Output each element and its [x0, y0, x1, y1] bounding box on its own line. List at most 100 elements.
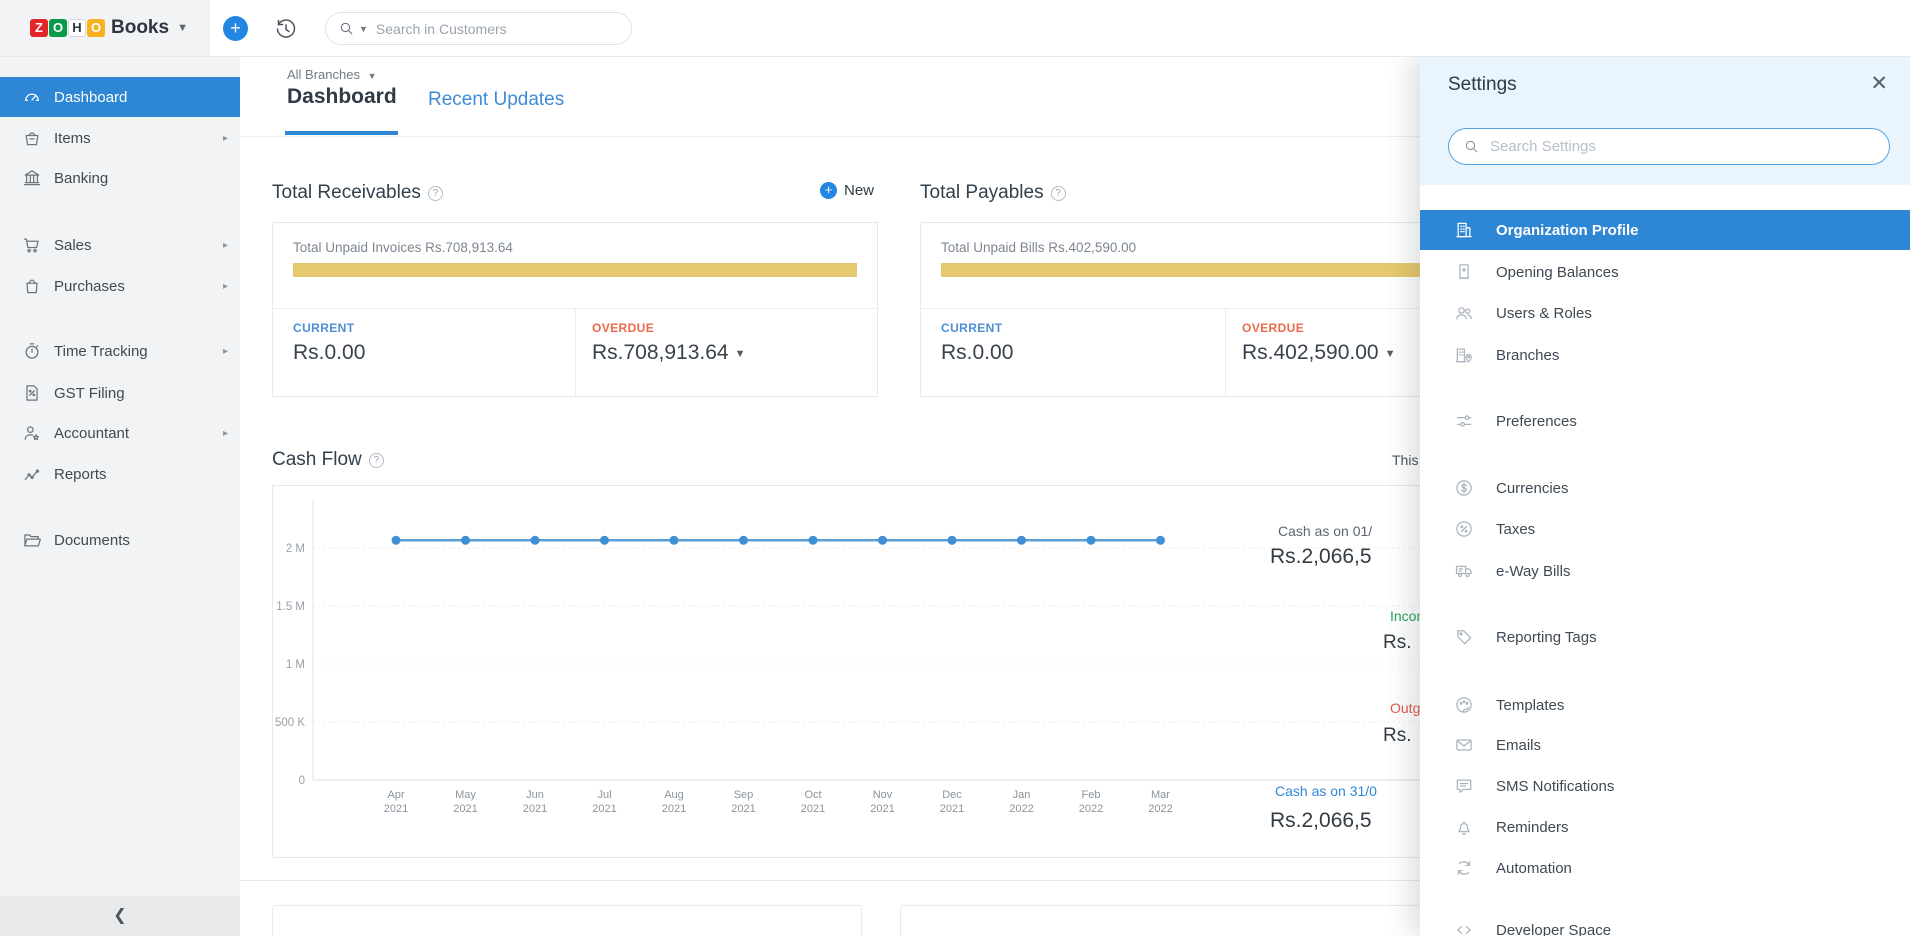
zoho-books-app: Z O H O Books ▼ + ▼ Zylker ▼: [0, 0, 1910, 936]
settings-item-taxes[interactable]: Taxes: [1420, 509, 1910, 549]
cash-start-label: Cash as on 01/: [1278, 523, 1372, 539]
current-amount: Rs.0.00: [293, 341, 365, 365]
settings-item-label: Automation: [1496, 860, 1572, 877]
envelope-icon: [1454, 735, 1474, 755]
settings-item-automation[interactable]: Automation: [1420, 848, 1910, 888]
overdue-amount[interactable]: Rs.402,590.00▼: [1242, 341, 1396, 365]
app-logo[interactable]: Z O H O Books ▼: [0, 0, 210, 56]
dashboard-gauge-icon: [22, 87, 42, 107]
receivables-section-title: Total Receivables?: [272, 182, 443, 204]
svg-text:2021: 2021: [731, 803, 755, 815]
settings-item-organization-profile[interactable]: Organization Profile: [1420, 210, 1910, 250]
current-amount: Rs.0.00: [941, 341, 1013, 365]
svg-text:2021: 2021: [940, 803, 964, 815]
svg-text:Mar: Mar: [1151, 789, 1170, 801]
sidebar-item-documents[interactable]: Documents: [0, 520, 240, 560]
settings-item-templates[interactable]: Templates: [1420, 685, 1910, 725]
svg-text:Jul: Jul: [597, 789, 611, 801]
settings-item-reminders[interactable]: Reminders: [1420, 807, 1910, 847]
cash-end-link[interactable]: Cash as on 31/0: [1275, 783, 1377, 799]
sidebar-item-gst-filing[interactable]: GST Filing: [0, 373, 240, 413]
branches-icon: [1454, 345, 1474, 365]
branch-selector[interactable]: All Branches ▼: [287, 67, 377, 82]
settings-item-users-roles[interactable]: Users & Roles: [1420, 293, 1910, 333]
help-icon[interactable]: ?: [1051, 186, 1066, 201]
settings-item-currencies[interactable]: Currencies: [1420, 468, 1910, 508]
search-icon: [338, 20, 355, 37]
expand-chevron-icon: ▸: [223, 346, 228, 357]
plus-icon: +: [820, 182, 837, 199]
settings-item-label: Emails: [1496, 737, 1541, 754]
chevron-down-icon[interactable]: ▼: [177, 22, 188, 34]
settings-item-label: SMS Notifications: [1496, 778, 1614, 795]
svg-text:Aug: Aug: [664, 789, 684, 801]
dropdown-caret-icon: ▼: [735, 348, 746, 360]
settings-item-developer-space[interactable]: Developer Space: [1420, 910, 1910, 936]
templates-palette-icon: [1454, 695, 1474, 715]
cashflow-line-chart: 0500 K1 M1.5 M2 MApr2021May2021Jun2021Ju…: [273, 486, 1529, 857]
help-icon[interactable]: ?: [428, 186, 443, 201]
global-search-input[interactable]: [376, 21, 619, 37]
svg-text:May: May: [455, 789, 476, 801]
new-invoice-button[interactable]: + New: [820, 182, 874, 199]
outgoing-value: Rs.: [1383, 725, 1412, 747]
settings-item-opening-balances[interactable]: Opening Balances: [1420, 252, 1910, 292]
overdue-amount[interactable]: Rs.708,913.64▼: [592, 341, 746, 365]
settings-item-label: Reporting Tags: [1496, 629, 1597, 646]
search-scope-dropdown-icon[interactable]: ▼: [359, 24, 368, 34]
svg-text:2021: 2021: [592, 803, 616, 815]
sidebar-item-label: Purchases: [54, 278, 125, 295]
sidebar-item-accountant[interactable]: Accountant ▸: [0, 413, 240, 453]
sidebar-item-time-tracking[interactable]: Time Tracking ▸: [0, 331, 240, 371]
tab-recent-updates[interactable]: Recent Updates: [428, 89, 564, 111]
users-icon: [1454, 303, 1474, 323]
sidebar-item-label: Sales: [54, 237, 92, 254]
settings-item-label: Preferences: [1496, 413, 1577, 430]
sidebar-item-purchases[interactable]: Purchases ▸: [0, 266, 240, 306]
sidebar-item-label: Accountant: [54, 425, 129, 442]
settings-item-label: Templates: [1496, 697, 1564, 714]
expand-chevron-icon: ▸: [223, 428, 228, 439]
sidebar-collapse-button[interactable]: ❮: [0, 896, 240, 936]
settings-item-preferences[interactable]: Preferences: [1420, 401, 1910, 441]
unpaid-bills-summary: Total Unpaid Bills Rs.402,590.00: [941, 240, 1136, 255]
settings-search[interactable]: [1448, 128, 1890, 165]
settings-search-input[interactable]: [1490, 138, 1875, 155]
settings-item-label: Organization Profile: [1496, 222, 1639, 239]
close-icon[interactable]: ✕: [1870, 71, 1888, 96]
settings-item-emails[interactable]: Emails: [1420, 725, 1910, 765]
sidebar-item-reports[interactable]: Reports: [0, 454, 240, 494]
svg-text:Jan: Jan: [1013, 789, 1031, 801]
settings-item-branches[interactable]: Branches: [1420, 335, 1910, 375]
expand-chevron-icon: ▸: [223, 133, 228, 144]
settings-panel: Settings ✕ Organization Profile Opening …: [1420, 57, 1910, 936]
help-icon[interactable]: ?: [369, 453, 384, 468]
code-icon: [1454, 920, 1474, 936]
settings-title: Settings: [1448, 74, 1517, 96]
cashflow-period-dropdown[interactable]: This: [1392, 452, 1418, 468]
sidebar-item-items[interactable]: Items ▸: [0, 118, 240, 158]
settings-item-eway-bills[interactable]: e-Way Bills: [1420, 551, 1910, 591]
settings-item-reporting-tags[interactable]: Reporting Tags: [1420, 617, 1910, 657]
top-bar: Z O H O Books ▼ + ▼ Zylker ▼: [0, 0, 1910, 57]
sidebar-item-dashboard[interactable]: Dashboard: [0, 77, 240, 117]
cashflow-chart-card: 0500 K1 M1.5 M2 MApr2021May2021Jun2021Ju…: [272, 485, 1530, 858]
sidebar-item-sales[interactable]: Sales ▸: [0, 225, 240, 265]
sidebar-item-banking[interactable]: Banking: [0, 158, 240, 198]
recent-history-icon[interactable]: [274, 17, 298, 41]
quick-create-button[interactable]: +: [223, 16, 248, 41]
reports-chart-icon: [22, 464, 42, 484]
global-search[interactable]: ▼: [325, 12, 632, 45]
logo-tile-z: Z: [30, 19, 48, 37]
settings-item-label: Taxes: [1496, 521, 1535, 538]
opening-balances-icon: [1454, 262, 1474, 282]
settings-item-label: Currencies: [1496, 480, 1569, 497]
svg-text:0: 0: [299, 775, 305, 787]
settings-item-label: Branches: [1496, 347, 1559, 364]
dropdown-caret-icon: ▼: [1385, 348, 1396, 360]
settings-item-sms-notifications[interactable]: SMS Notifications: [1420, 766, 1910, 806]
svg-text:2022: 2022: [1148, 803, 1172, 815]
svg-text:2021: 2021: [453, 803, 477, 815]
sms-bubble-icon: [1454, 776, 1474, 796]
logo-tile-o2: O: [87, 19, 105, 37]
